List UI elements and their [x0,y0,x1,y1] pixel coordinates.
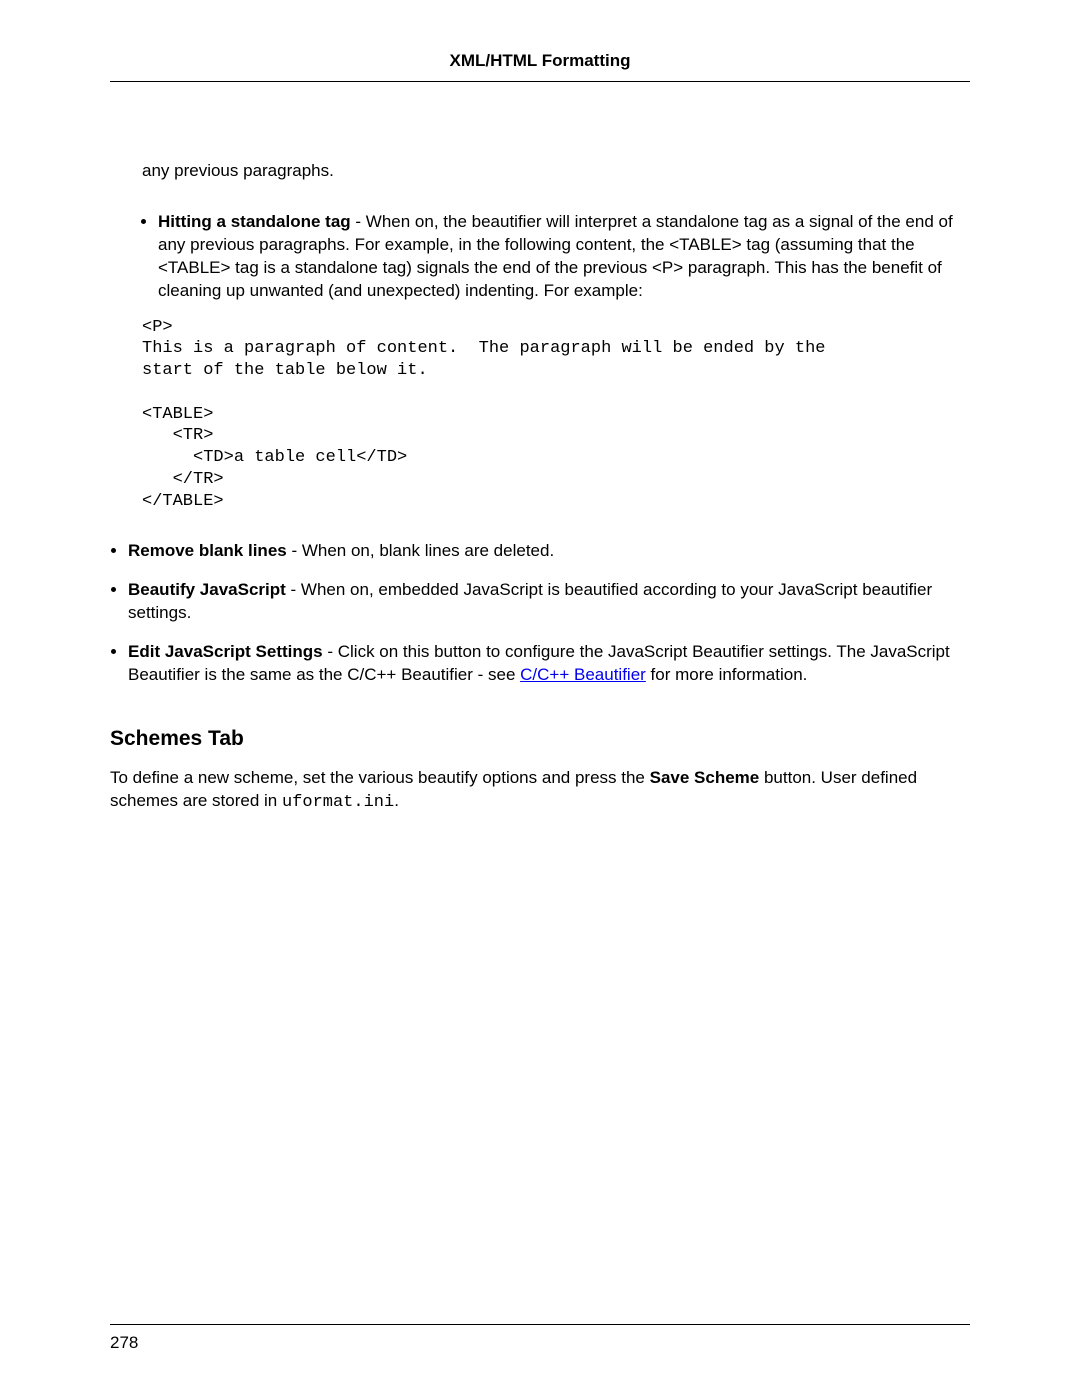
bullet-beautify-javascript: Beautify JavaScript - When on, embedded … [128,579,970,625]
page-number: 278 [110,1332,138,1355]
footer-divider [110,1324,970,1325]
bullet-text-after: for more information. [646,665,808,684]
bullet-edit-javascript-settings: Edit JavaScript Settings - Click on this… [128,641,970,687]
header-divider [110,81,970,82]
cpp-beautifier-link[interactable]: C/C++ Beautifier [520,665,646,684]
para-text-before: To define a new scheme, set the various … [110,768,650,787]
para-text-end: . [394,791,399,810]
save-scheme-label: Save Scheme [650,768,760,787]
continuation-text: any previous paragraphs. [142,160,970,183]
bullet-label: Edit JavaScript Settings [128,642,323,661]
bullet-text: - When on, blank lines are deleted. [287,541,554,560]
bullet-standalone-tag: Hitting a standalone tag - When on, the … [158,211,970,303]
nested-bullet-list: Hitting a standalone tag - When on, the … [110,211,970,303]
outer-bullet-list: Remove blank lines - When on, blank line… [110,540,970,687]
schemes-paragraph: To define a new scheme, set the various … [110,767,970,815]
code-example: <P> This is a paragraph of content. The … [142,317,970,513]
document-page: XML/HTML Formatting any previous paragra… [0,0,1080,1397]
bullet-label: Remove blank lines [128,541,287,560]
page-header-title: XML/HTML Formatting [110,50,970,73]
bullet-label: Beautify JavaScript [128,580,286,599]
uformat-ini-filename: uformat.ini [282,793,394,812]
section-heading-schemes: Schemes Tab [110,725,970,753]
bullet-remove-blank-lines: Remove blank lines - When on, blank line… [128,540,970,563]
bullet-label: Hitting a standalone tag [158,212,351,231]
